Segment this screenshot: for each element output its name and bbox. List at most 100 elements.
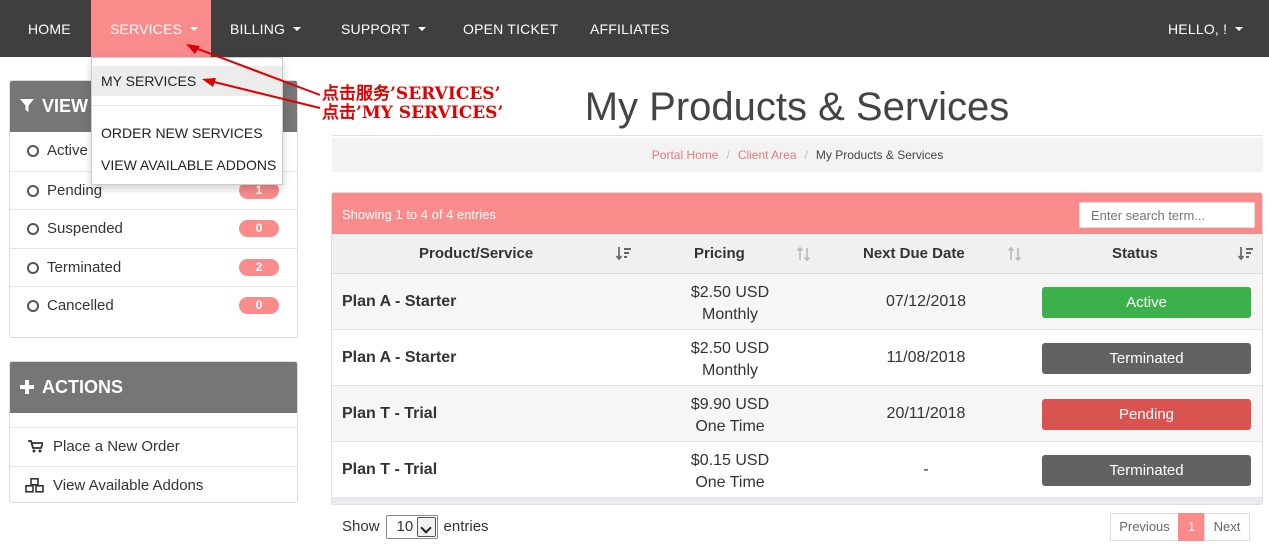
breadcrumb-separator: / bbox=[726, 148, 730, 162]
next-due-date: 07/12/2018 bbox=[885, 293, 967, 310]
billing-cycle: Monthly bbox=[701, 306, 759, 323]
menu-item-view-available-addons[interactable]: VIEW AVAILABLE ADDONS bbox=[92, 150, 282, 180]
page-size-control: Show 10 entries bbox=[342, 514, 489, 540]
filter-icon bbox=[20, 98, 34, 112]
breadcrumb-client-area[interactable]: Client Area bbox=[738, 148, 797, 162]
page-size-select[interactable]: 10 bbox=[385, 515, 438, 540]
table-row[interactable]: Plan A - Starter $2.50 USD Monthly 07/12… bbox=[332, 274, 1262, 330]
sort-both-icon[interactable] bbox=[796, 246, 812, 262]
price-amount: $0.15 USD bbox=[690, 452, 770, 469]
pagination-page-1[interactable]: 1 bbox=[1178, 513, 1205, 541]
actions-panel-header[interactable]: ACTIONS bbox=[10, 362, 297, 413]
radio-icon bbox=[27, 261, 39, 274]
filter-label: Cancelled bbox=[47, 297, 114, 314]
table-toolbar: Showing 1 to 4 of 4 entries bbox=[332, 193, 1262, 234]
filter-terminated[interactable]: Terminated 2 bbox=[10, 247, 297, 287]
table-footer-strip bbox=[332, 498, 1262, 504]
breadcrumb-current: My Products & Services bbox=[815, 148, 944, 162]
pagination-previous[interactable]: Previous bbox=[1110, 513, 1179, 541]
action-view-addons[interactable]: View Available Addons bbox=[10, 465, 297, 503]
product-name: Plan T - Trial bbox=[342, 405, 438, 422]
chevron-down-icon bbox=[1235, 27, 1244, 32]
annotation-text-2: 点击’MY SERVICES’ bbox=[322, 103, 504, 123]
billing-cycle: One Time bbox=[695, 418, 765, 435]
product-name: Plan T - Trial bbox=[342, 461, 438, 478]
status-badge: Active bbox=[1042, 287, 1251, 318]
price-cell: $9.90 USD One Time bbox=[660, 394, 800, 438]
price-amount: $9.90 USD bbox=[690, 396, 770, 413]
nav-user-menu[interactable]: HELLO, ! bbox=[1168, 0, 1244, 57]
next-due-date: - bbox=[923, 461, 929, 478]
nav-services-label: SERVICES bbox=[110, 21, 183, 37]
show-label: Show bbox=[342, 518, 380, 535]
column-header-next-due-date[interactable]: Next Due Date bbox=[863, 234, 965, 274]
annotation-text-1: 点击服务’SERVICES’ bbox=[322, 84, 501, 104]
next-due-date: 20/11/2018 bbox=[886, 405, 966, 422]
radio-icon bbox=[27, 184, 39, 197]
column-header-pricing[interactable]: Pricing bbox=[694, 234, 745, 274]
action-label: Place a New Order bbox=[53, 438, 180, 455]
column-header-status[interactable]: Status bbox=[1112, 234, 1158, 274]
nav-open-ticket[interactable]: OPEN TICKET bbox=[463, 0, 558, 57]
billing-cycle: One Time bbox=[695, 474, 765, 491]
count-badge: 2 bbox=[239, 258, 279, 276]
services-table-card: Showing 1 to 4 of 4 entries Product/Serv… bbox=[331, 192, 1263, 505]
page-size-value: 10 bbox=[396, 518, 414, 536]
table-row[interactable]: Plan T - Trial $9.90 USD One Time 20/11/… bbox=[332, 386, 1262, 442]
price-amount: $2.50 USD bbox=[690, 340, 770, 357]
breadcrumb: Portal Home / Client Area / My Products & Se… bbox=[332, 138, 1263, 172]
sort-both-icon[interactable] bbox=[1007, 246, 1023, 262]
chevron-down-icon bbox=[293, 27, 302, 32]
view-panel-title: VIEW bbox=[42, 96, 89, 116]
user-greeting: HELLO, ! bbox=[1168, 21, 1228, 37]
product-name: Plan A - Starter bbox=[342, 349, 457, 366]
menu-item-my-services[interactable]: MY SERVICES bbox=[92, 66, 282, 96]
column-header-product[interactable]: Product/Service bbox=[419, 234, 533, 274]
sort-desc-icon[interactable] bbox=[616, 246, 632, 262]
price-cell: $0.15 USD One Time bbox=[660, 450, 800, 494]
radio-icon bbox=[27, 145, 39, 157]
product-name: Plan A - Starter bbox=[342, 293, 457, 310]
nav-support-label: SUPPORT bbox=[341, 21, 410, 37]
filter-cancelled[interactable]: Cancelled 0 bbox=[10, 286, 297, 325]
price-amount: $2.50 USD bbox=[690, 284, 770, 301]
filter-suspended[interactable]: Suspended 0 bbox=[10, 209, 297, 248]
cubes-icon bbox=[25, 477, 44, 493]
nav-support[interactable]: SUPPORT bbox=[341, 0, 426, 57]
search-input[interactable] bbox=[1079, 202, 1255, 228]
chevron-down-icon bbox=[416, 517, 436, 538]
price-cell: $2.50 USD Monthly bbox=[660, 338, 800, 382]
plus-icon bbox=[20, 379, 34, 394]
chevron-down-icon bbox=[417, 27, 426, 32]
radio-icon bbox=[27, 300, 39, 312]
nav-services[interactable]: SERVICES bbox=[91, 0, 211, 57]
sort-desc-icon[interactable] bbox=[1238, 246, 1254, 262]
breadcrumb-portal-home[interactable]: Portal Home bbox=[652, 148, 719, 162]
nav-affiliates[interactable]: AFFILIATES bbox=[590, 0, 670, 57]
action-label: View Available Addons bbox=[53, 476, 204, 494]
pagination-next[interactable]: Next bbox=[1204, 513, 1250, 541]
next-due-date: 11/08/2018 bbox=[886, 349, 966, 366]
price-cell: $2.50 USD Monthly bbox=[660, 282, 800, 326]
count-badge: 0 bbox=[239, 220, 279, 237]
filter-label: Suspended bbox=[47, 220, 123, 237]
entries-label: entries bbox=[443, 518, 489, 535]
billing-cycle: Monthly bbox=[701, 362, 759, 379]
cart-icon bbox=[28, 440, 43, 453]
chevron-down-icon bbox=[190, 27, 199, 32]
nav-billing[interactable]: BILLING bbox=[230, 0, 302, 57]
menu-divider bbox=[92, 105, 282, 106]
count-badge: 0 bbox=[239, 297, 279, 314]
status-badge: Terminated bbox=[1042, 343, 1251, 374]
nav-home[interactable]: HOME bbox=[28, 0, 71, 57]
menu-item-order-new-services[interactable]: ORDER NEW SERVICES bbox=[92, 118, 282, 148]
actions-panel-title: ACTIONS bbox=[42, 377, 123, 397]
radio-icon bbox=[27, 223, 39, 235]
top-navbar: HOME SERVICES BILLING SUPPORT OPEN TICKE… bbox=[0, 0, 1269, 57]
action-place-order[interactable]: Place a New Order bbox=[10, 427, 297, 466]
nav-billing-label: BILLING bbox=[230, 21, 286, 37]
status-badge: Pending bbox=[1042, 399, 1251, 430]
table-row[interactable]: Plan A - Starter $2.50 USD Monthly 11/08… bbox=[332, 330, 1262, 386]
table-row[interactable]: Plan T - Trial $0.15 USD One Time - Term… bbox=[332, 442, 1262, 498]
